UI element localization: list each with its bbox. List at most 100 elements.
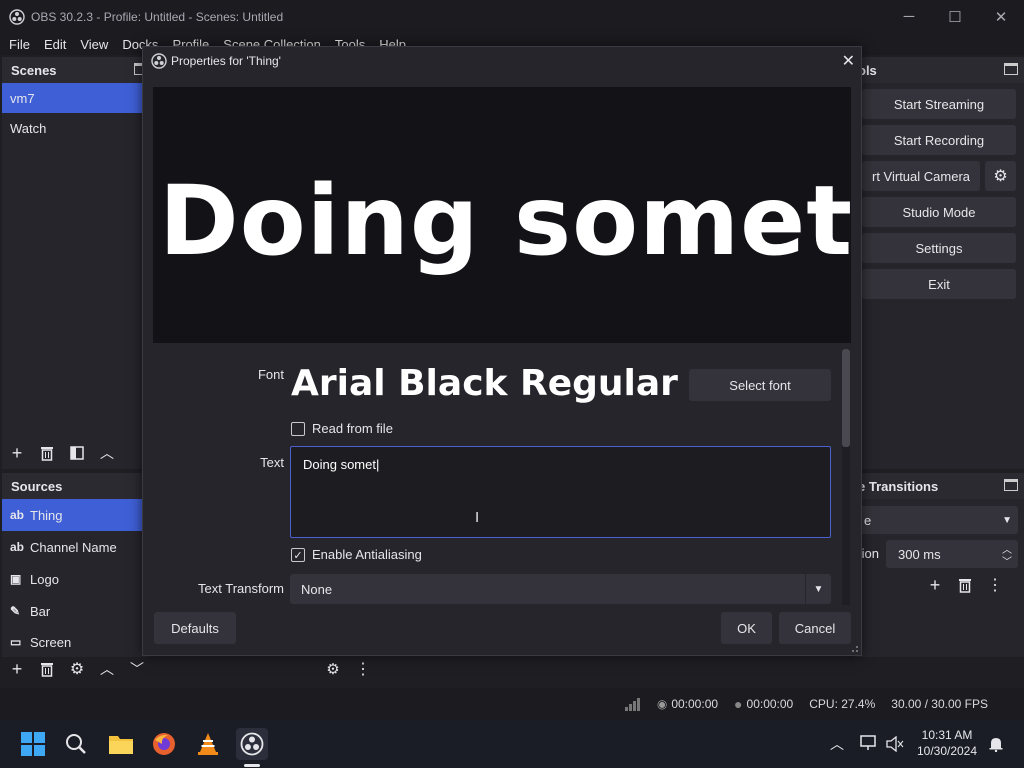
exit-button[interactable]: Exit bbox=[862, 269, 1016, 299]
trash-icon bbox=[41, 663, 53, 677]
text-transform-select[interactable]: None ▼ bbox=[290, 574, 831, 604]
read-from-file-checkbox[interactable] bbox=[291, 422, 305, 436]
scenes-title: Scenes bbox=[11, 62, 57, 78]
scenes-toolbar: + ︿ bbox=[2, 439, 122, 467]
close-icon[interactable]: ✕ bbox=[842, 51, 855, 71]
transition-type-value: e bbox=[864, 512, 872, 528]
mixer-menu-button[interactable]: ⋮ bbox=[348, 655, 378, 683]
network-icon[interactable] bbox=[860, 735, 878, 751]
move-source-up-button[interactable]: ︿ bbox=[92, 655, 122, 683]
add-source-button[interactable]: + bbox=[2, 655, 32, 683]
firefox-icon bbox=[153, 733, 175, 755]
settings-button[interactable]: Settings bbox=[862, 233, 1016, 263]
font-label: Font bbox=[257, 367, 284, 382]
window-title: OBS 30.2.3 - Profile: Untitled - Scenes:… bbox=[31, 9, 284, 24]
scene-item-label: vm7 bbox=[10, 90, 35, 106]
text-input[interactable]: Doing somet| I bbox=[290, 446, 831, 538]
start-streaming-button[interactable]: Start Streaming bbox=[862, 89, 1016, 119]
text-transform-label: Text Transform bbox=[198, 581, 284, 596]
plus-icon: + bbox=[11, 658, 23, 679]
vlc-button[interactable] bbox=[192, 728, 224, 760]
remove-scene-button[interactable] bbox=[32, 439, 62, 467]
source-item[interactable]: ✎ Bar bbox=[2, 595, 150, 627]
firefox-button[interactable] bbox=[148, 728, 180, 760]
dock-float-icon[interactable] bbox=[1004, 63, 1018, 75]
enable-antialiasing-label: Enable Antialiasing bbox=[312, 547, 422, 562]
start-button[interactable] bbox=[17, 728, 49, 760]
add-scene-button[interactable]: + bbox=[2, 439, 32, 467]
notification-bell-icon[interactable] bbox=[988, 736, 1004, 752]
menu-view[interactable]: View bbox=[80, 37, 108, 52]
remove-transition-button[interactable] bbox=[950, 571, 980, 599]
mixer-settings-button[interactable]: ⚙ bbox=[318, 655, 348, 683]
source-properties-button[interactable]: ⚙ bbox=[62, 655, 92, 683]
speaker-muted-icon[interactable] bbox=[886, 736, 904, 752]
chevron-down-icon[interactable]: ﹀ bbox=[1002, 553, 1012, 568]
transitions-header: e Transitions bbox=[855, 473, 1024, 499]
text-source-icon: ab bbox=[10, 540, 25, 554]
defaults-button[interactable]: Defaults bbox=[154, 612, 236, 644]
properties-scrollbar[interactable] bbox=[842, 349, 850, 605]
obs-taskbar-button[interactable] bbox=[236, 728, 268, 760]
chevron-up-icon[interactable]: ︿ bbox=[830, 734, 844, 754]
scenes-header: Scenes bbox=[2, 57, 150, 83]
source-item[interactable]: ab Thing bbox=[2, 499, 150, 531]
chevron-up-icon: ︿ bbox=[100, 661, 114, 677]
source-item[interactable]: ab Channel Name bbox=[2, 531, 150, 563]
windows-logo-icon bbox=[21, 732, 45, 756]
menu-file[interactable]: File bbox=[9, 37, 30, 52]
scene-filters-button[interactable] bbox=[62, 439, 92, 467]
vlc-cone-icon bbox=[198, 733, 218, 755]
maximize-button[interactable]: ☐ bbox=[932, 0, 978, 33]
record-status-icon: ● bbox=[734, 696, 743, 712]
studio-mode-button[interactable]: Studio Mode bbox=[862, 197, 1016, 227]
text-source-icon: ab bbox=[10, 508, 25, 522]
scene-item[interactable]: vm7 bbox=[2, 83, 150, 113]
chevron-down-icon: ﹀ bbox=[130, 661, 144, 677]
record-time: 00:00:00 bbox=[746, 697, 794, 711]
more-vertical-icon: ⋮ bbox=[355, 661, 371, 678]
source-item-label: Screen bbox=[30, 634, 72, 650]
select-font-button[interactable]: Select font bbox=[689, 369, 831, 401]
source-item-label: Thing bbox=[30, 507, 63, 523]
cancel-button[interactable]: Cancel bbox=[779, 612, 851, 644]
add-transition-button[interactable]: + bbox=[920, 571, 950, 599]
clock[interactable]: 10:31 AM 10/30/2024 bbox=[912, 727, 982, 759]
menu-edit[interactable]: Edit bbox=[44, 37, 66, 52]
dock-float-icon[interactable] bbox=[1004, 479, 1018, 491]
minimize-button[interactable]: ─ bbox=[886, 0, 932, 33]
virtual-camera-button[interactable]: rt Virtual Camera bbox=[862, 161, 980, 191]
dialog-title: Properties for 'Thing' bbox=[171, 54, 281, 68]
gear-icon: ⚙ bbox=[69, 661, 85, 678]
clock-date: 10/30/2024 bbox=[916, 744, 978, 758]
duration-spinbox[interactable]: 300 ms ︿ ﹀ bbox=[886, 540, 1018, 568]
ok-button[interactable]: OK bbox=[721, 612, 772, 644]
move-source-down-button[interactable]: ﹀ bbox=[122, 655, 152, 683]
enable-antialiasing-checkbox[interactable]: ✓ bbox=[291, 548, 305, 562]
duration-value: 300 ms bbox=[898, 546, 941, 562]
source-item[interactable]: ▣ Logo bbox=[2, 563, 150, 595]
close-window-button[interactable]: ✕ bbox=[978, 0, 1024, 33]
preview-text: Doing somet bbox=[159, 165, 851, 277]
obs-logo-icon bbox=[9, 8, 25, 25]
font-preview: Arial Black Regular bbox=[291, 363, 678, 404]
remove-source-button[interactable] bbox=[32, 655, 62, 683]
folder-icon bbox=[109, 736, 133, 754]
mixer-toolbar: ⚙ ⋮ bbox=[318, 655, 378, 683]
search-button[interactable] bbox=[60, 728, 92, 760]
start-recording-button[interactable]: Start Recording bbox=[862, 125, 1016, 155]
file-explorer-button[interactable] bbox=[105, 728, 137, 760]
scene-item[interactable]: Watch bbox=[2, 113, 150, 143]
sources-title: Sources bbox=[11, 478, 63, 494]
scrollbar-thumb[interactable] bbox=[842, 349, 850, 447]
virtual-camera-settings-button[interactable]: ⚙ bbox=[985, 161, 1016, 191]
transition-menu-button[interactable]: ⋮ bbox=[980, 571, 1010, 599]
move-scene-up-button[interactable]: ︿ bbox=[92, 439, 122, 467]
resize-grip-icon[interactable] bbox=[849, 643, 859, 653]
source-item[interactable]: ▭ Screen bbox=[2, 627, 150, 657]
stream-status-icon: ◉ bbox=[656, 697, 668, 711]
display-source-icon: ▭ bbox=[10, 635, 22, 649]
transition-type-select[interactable]: e ▼ bbox=[855, 506, 1018, 534]
trash-icon bbox=[41, 447, 53, 461]
read-from-file-label: Read from file bbox=[312, 421, 393, 436]
